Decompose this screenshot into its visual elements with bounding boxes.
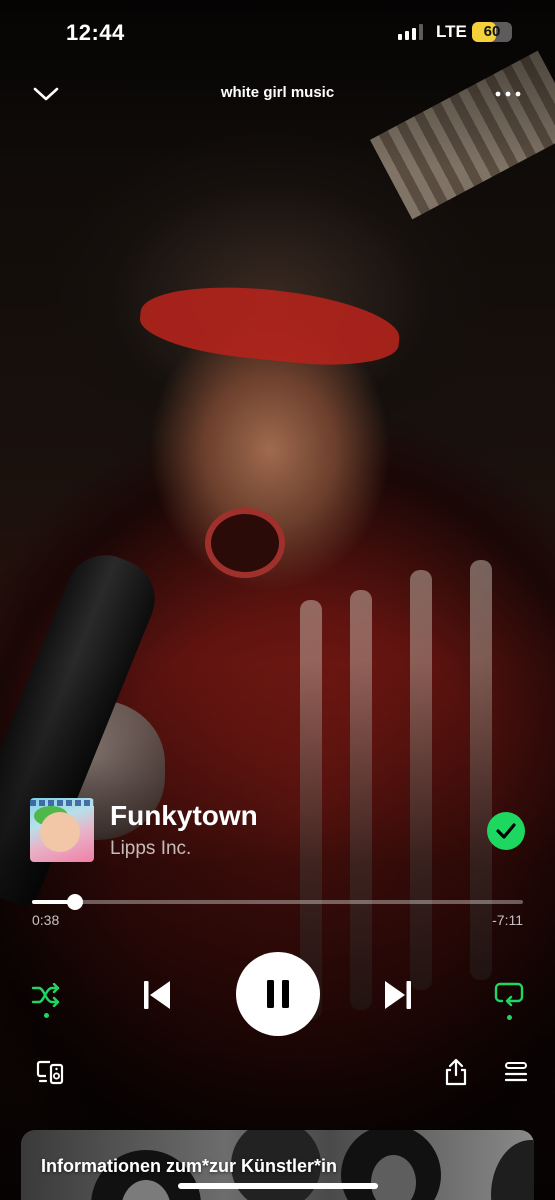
signal-icon xyxy=(398,24,423,40)
status-bar: 12:44 LTE 60 xyxy=(0,18,555,52)
shuffle-button[interactable] xyxy=(28,978,64,1018)
status-time: 12:44 xyxy=(66,20,125,45)
checkmark-icon xyxy=(496,823,516,839)
repeat-active-dot xyxy=(506,1015,512,1020)
artist-name[interactable]: Lipps Inc. xyxy=(110,838,191,860)
queue-icon xyxy=(504,1062,528,1082)
previous-button[interactable] xyxy=(138,976,176,1014)
home-indicator[interactable] xyxy=(178,1183,378,1189)
artist-info-card[interactable]: Informationen zum*zur Künstler*in xyxy=(21,1130,534,1200)
track-info: Funkytown Lipps Inc. xyxy=(30,798,525,862)
next-button[interactable] xyxy=(379,976,417,1014)
repeat-button[interactable] xyxy=(490,976,528,1020)
playback-controls xyxy=(0,952,555,1036)
pause-icon xyxy=(267,980,289,1008)
more-dots-icon xyxy=(495,91,521,97)
skip-next-icon xyxy=(385,981,411,1009)
more-options-button[interactable] xyxy=(492,78,524,110)
pause-button[interactable] xyxy=(236,952,320,1036)
network-label: LTE xyxy=(436,22,467,41)
progress-bar[interactable] xyxy=(32,894,523,910)
album-cover-thumbnail[interactable] xyxy=(30,798,94,862)
battery-percent: 60 xyxy=(483,23,501,40)
player-header: white girl music xyxy=(0,72,555,116)
connect-device-icon xyxy=(36,1060,64,1085)
share-button[interactable] xyxy=(440,1056,472,1088)
liked-button[interactable] xyxy=(487,812,525,850)
repeat-icon xyxy=(494,982,524,1007)
playlist-title[interactable]: white girl music xyxy=(0,84,555,101)
shuffle-icon xyxy=(31,983,60,1007)
skip-previous-icon xyxy=(144,981,170,1009)
queue-button[interactable] xyxy=(500,1056,532,1088)
bottom-actions xyxy=(0,1056,555,1090)
shuffle-active-dot xyxy=(43,1013,49,1018)
remaining-time: -7:11 xyxy=(492,912,523,928)
share-icon xyxy=(445,1058,467,1086)
elapsed-time: 0:38 xyxy=(32,912,60,928)
connect-device-button[interactable] xyxy=(34,1056,66,1088)
artist-card-title: Informationen zum*zur Künstler*in xyxy=(41,1156,338,1176)
artist-photo xyxy=(491,1140,534,1200)
battery-icon: 60 xyxy=(472,22,512,42)
song-title[interactable]: Funkytown xyxy=(110,800,258,832)
